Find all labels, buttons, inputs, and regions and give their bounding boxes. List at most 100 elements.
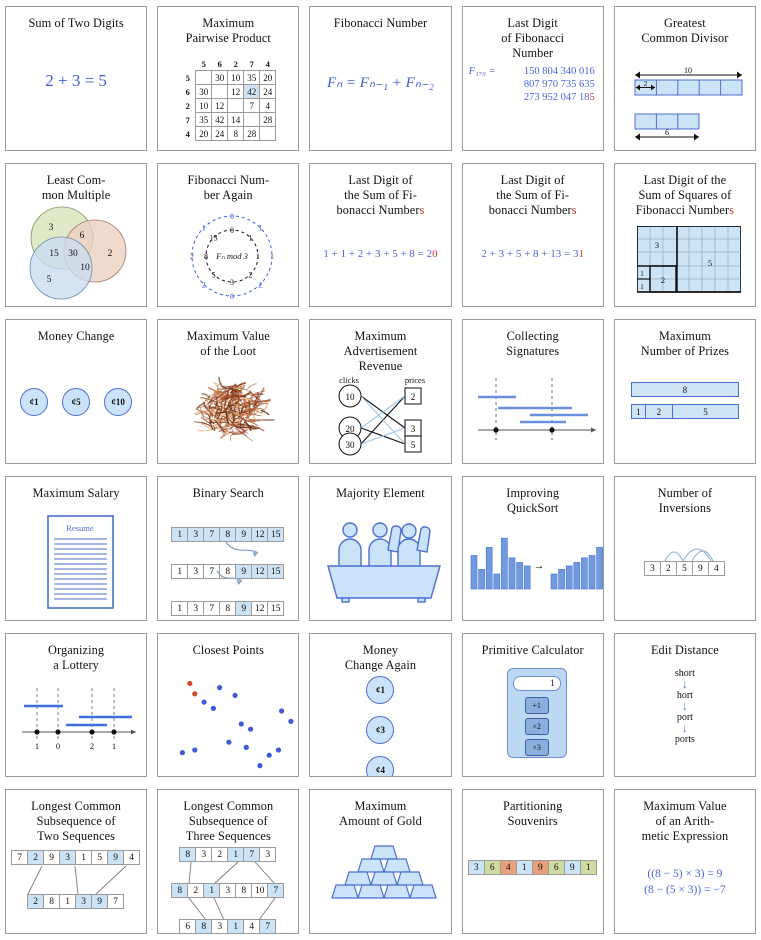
matrix-cell [243, 112, 261, 127]
array-cell: 8 [219, 601, 237, 616]
card-maximum-amount-of-gold[interactable]: Maximum Amount of Gold [309, 789, 452, 934]
array-cell: 7 [203, 564, 221, 579]
array-cell: 7 [243, 847, 261, 863]
fibonacci-mod-circle: Fₙ mod 301123581301120221 [190, 212, 274, 301]
card-least-common-multiple[interactable]: Least Com-mon Multiple 3 2 5 6 15 10 30 [5, 162, 148, 308]
coin[interactable]: ¢5 [62, 388, 91, 417]
venn-diagram: 3 2 5 6 15 10 30 [29, 206, 127, 300]
click-node: 20 [346, 424, 356, 434]
matrix-cell: 28 [259, 112, 277, 127]
card-title: Maximum Value of an Arith-metic Expressio… [641, 799, 729, 844]
lcs3-mid-row: 8 2 1 3 8 10 7 [158, 883, 298, 899]
lottery-count: 1 [35, 741, 39, 751]
matrix-cell [195, 70, 213, 85]
card-binary-search[interactable]: Binary Search 1 3 7 8 9 12 15 1 3 7 8 9 12 15 1 3 7 8 9 12 1… [157, 476, 300, 621]
array-cell: 10 [251, 883, 269, 899]
array-cell: 7 [259, 919, 277, 934]
coins-row: ¢1 ¢5 ¢10 [6, 388, 146, 417]
array-cell: 6 [483, 860, 501, 876]
coin[interactable]: ¢10 [104, 388, 133, 417]
sum-equation: 2 + 3 + 5 + 8 + 13 = 31 [481, 247, 584, 260]
array-cell: 3 [259, 847, 277, 863]
array-cell: 2 [187, 883, 205, 899]
square-label-3: 3 [655, 240, 659, 250]
title-red-s: s [729, 202, 735, 217]
square-label-1b: 1 [640, 283, 644, 291]
calculator-display: 1 [512, 675, 561, 691]
card-maximum-value-arithmetic-expression[interactable]: Maximum Value of an Arith-metic Expressio… [613, 789, 756, 934]
fib-outer-value: 1 [258, 223, 262, 232]
coin[interactable]: ¢1 [366, 675, 395, 704]
coin[interactable]: ¢4 [366, 755, 395, 777]
card-improving-quicksort[interactable]: Improving QuickSort → [461, 476, 604, 621]
card-maximum-number-of-prizes[interactable]: Maximum Number of Prizes 8 1 2 5 [613, 319, 756, 464]
fib-inner-value: 8 [204, 252, 208, 261]
array-cell: 3 [467, 860, 485, 876]
card-partitioning-souvenirs[interactable]: Partitioning Souvenirs 36419691 [461, 789, 604, 934]
array-cell: 9 [235, 564, 253, 579]
coin[interactable]: ¢3 [366, 715, 395, 744]
price-node: 3 [411, 424, 416, 434]
card-last-digit-sum-fibonacci-1[interactable]: Last Digit of the Sum of Fi- bonacci Numb… [309, 162, 452, 308]
arrow-right-icon: → [533, 560, 544, 572]
square-label-5: 5 [708, 258, 712, 268]
card-sum-of-two-digits[interactable]: Sum of Two Digits 2 + 3 = 5 [5, 6, 148, 151]
calculator-button[interactable]: ×2 [524, 717, 549, 735]
card-last-digit-sum-squares-fibonacci[interactable]: Last Digit of the Sum of Squares of Fibon… [613, 162, 756, 308]
calculator-button[interactable]: ×3 [524, 738, 549, 756]
array-cell: 12 [251, 564, 269, 579]
binary-search-row: 1 3 7 8 9 12 15 [158, 564, 298, 579]
prize-part: 2 [644, 404, 673, 420]
card-lcs-two-sequences[interactable]: Longest Common Subsequence of Two Sequence… [5, 789, 148, 934]
array-cell: 3 [219, 883, 237, 899]
problem-grid: Sum of Two Digits 2 + 3 = 5 Maximum Pairw… [0, 0, 761, 940]
array-cell: 8 [235, 883, 253, 899]
card-organizing-a-lottery[interactable]: Organizing a Lottery 1 0 2 1 [5, 632, 148, 778]
array-cell: 1 [59, 894, 77, 910]
price-node: 5 [411, 440, 416, 450]
matrix-cell: 24 [211, 126, 229, 141]
card-lcs-three-sequences[interactable]: Longest Common Subsequence of Three Sequen… [157, 789, 300, 934]
card-maximum-pairwise-product[interactable]: Maximum Pairwise Product 5 6 2 7 4 5 30 10 35 20 6 3… [157, 6, 300, 151]
fibonacci-squares-tiling: 3 5 2 1 1 [636, 225, 741, 293]
prices-label: prices [405, 375, 425, 385]
coin[interactable]: ¢1 [20, 388, 49, 417]
matrix-cell: 8 [227, 126, 245, 141]
card-closest-points[interactable]: Closest Points [157, 632, 300, 778]
pairwise-matrix: 5 6 2 7 4 5 30 10 35 20 6 30 12 42 24 2 10 12 7 4 7 35 42 14 28 4… [158, 57, 298, 141]
card-money-change[interactable]: Money Change ¢1 ¢5 ¢10 [5, 319, 148, 464]
array-cell: 5 [91, 850, 109, 866]
array-cell: 12 [251, 527, 269, 542]
binary-search-row: 1 3 7 8 9 12 15 [158, 527, 298, 542]
fib-circle-center: Fₙ mod 3 [215, 251, 248, 261]
expression-line: ((8 − 5) × 3) = 9 [647, 868, 723, 881]
calculator-button[interactable]: +1 [524, 696, 549, 714]
card-fibonacci-number[interactable]: Fibonacci Number Fₙ = Fₙ₋₁ + Fₙ₋₂ [309, 6, 452, 151]
arrow-down-icon: ↓ [681, 720, 688, 735]
card-fibonacci-number-again[interactable]: Fibonacci Num-ber Again Fₙ mod 301123581… [157, 162, 300, 308]
card-primitive-calculator[interactable]: Primitive Calculator 1 +1 ×2 ×3 [461, 632, 604, 778]
card-maximum-value-of-the-loot[interactable]: Maximum Value of the Loot [157, 319, 300, 464]
matrix-cell: 12 [211, 98, 229, 113]
card-maximum-advertisement-revenue[interactable]: Maximum Advertisement Revenue clicks price… [309, 319, 452, 464]
matrix-cell: 35 [243, 70, 261, 85]
card-greatest-common-divisor[interactable]: Greatest Common Divisor 10 2 6 [613, 6, 756, 151]
card-edit-distance[interactable]: Edit Distance short ↓ hort ↓ port ↓ port… [613, 632, 756, 778]
card-last-digit-sum-fibonacci-2[interactable]: Last Digit of the Sum of Fi- bonacci Numb… [461, 162, 604, 308]
bipartite-graph: clicks prices 10 20 30 2 3 5 [338, 375, 426, 456]
array-cell: 3 [187, 564, 205, 579]
array-cell: 9 [235, 601, 253, 616]
matrix-cell [211, 84, 229, 99]
lcs3-links [188, 861, 276, 921]
array-cell: 4 [499, 860, 517, 876]
card-money-change-again[interactable]: Money Change Again ¢1 ¢3 ¢4 [309, 632, 452, 778]
card-collecting-signatures[interactable]: Collecting Signatures [461, 319, 604, 464]
card-majority-element[interactable]: Majority Element [309, 476, 452, 621]
lottery-count: 1 [112, 741, 116, 751]
venn-ac: 15 [49, 249, 59, 259]
card-last-digit-of-fibonacci-number[interactable]: Last Digit of Fibonacci Number F₁₇₀ = 150 8… [461, 6, 604, 151]
card-maximum-salary[interactable]: Maximum Salary Resume [5, 476, 148, 621]
card-title: Last Digit of the Sum of Fi- bonacci Numb… [336, 172, 425, 217]
prize-part: 5 [671, 404, 739, 420]
card-number-of-inversions[interactable]: Number of Inversions 32594 [613, 476, 756, 621]
